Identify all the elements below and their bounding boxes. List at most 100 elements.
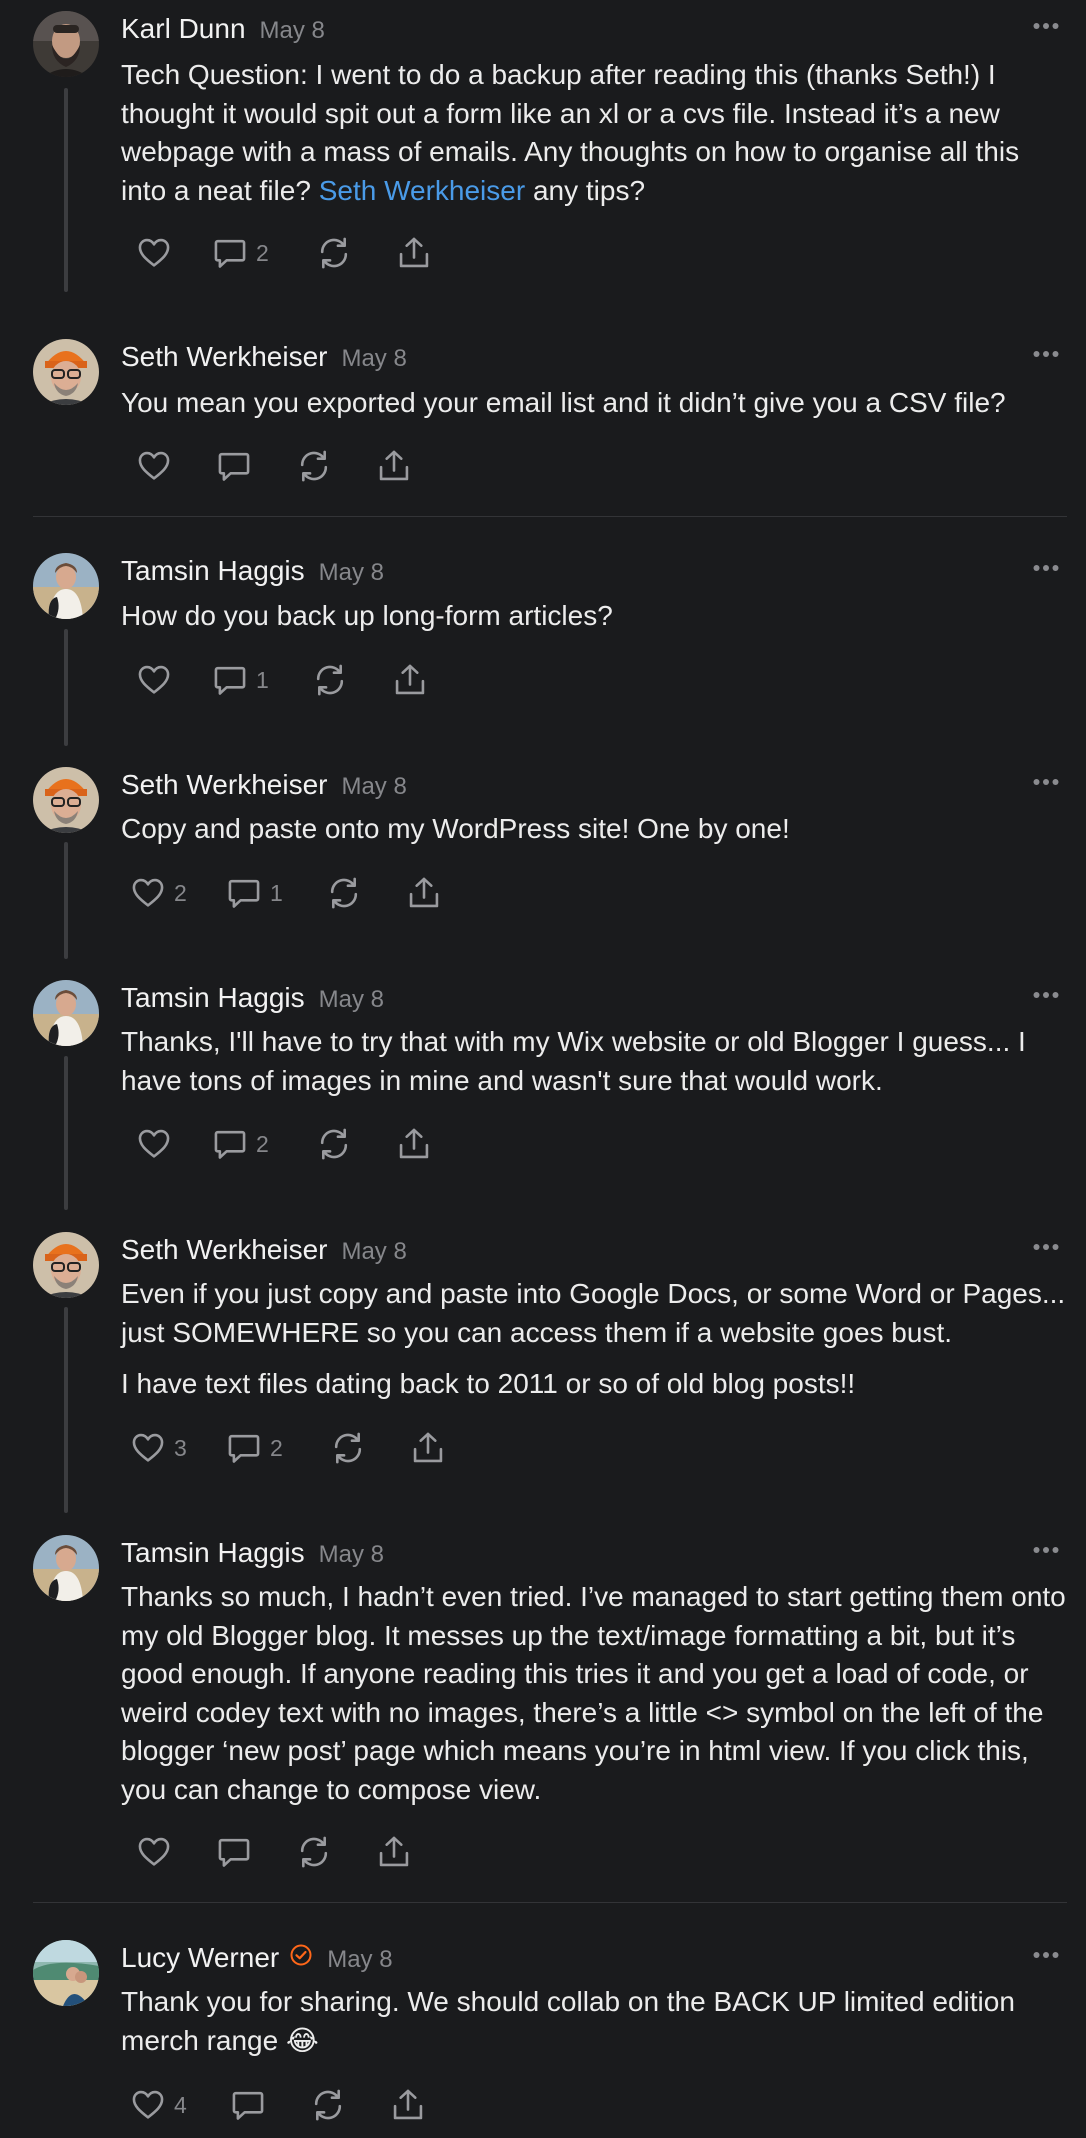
user-mention-link[interactable]: Seth Werkheiser [319, 175, 525, 206]
restack-button[interactable] [296, 1832, 332, 1872]
comment-header: Tamsin Haggis May 8 [121, 982, 384, 1014]
share-icon [410, 1430, 446, 1466]
like-button[interactable] [136, 446, 172, 486]
share-button[interactable] [396, 1124, 432, 1164]
share-icon [396, 1126, 432, 1162]
restack-icon [316, 235, 352, 271]
comments-count: 1 [256, 666, 269, 693]
comment-button[interactable]: 2 [212, 1124, 269, 1164]
restack-button[interactable] [296, 446, 332, 486]
more-options-button[interactable] [1033, 345, 1059, 359]
verified-badge-icon [289, 1942, 313, 1974]
restack-button[interactable] [310, 2085, 346, 2125]
comment-date[interactable]: May 8 [341, 1238, 406, 1265]
share-icon [390, 2087, 426, 2123]
comments-count: 1 [270, 879, 283, 906]
share-button[interactable] [392, 660, 428, 700]
comment-body: Thanks, I'll have to try that with my Wi… [121, 1023, 1066, 1100]
share-button[interactable] [410, 1428, 446, 1468]
avatar[interactable] [33, 980, 99, 1046]
heart-icon [130, 875, 166, 911]
comment-icon [216, 1834, 252, 1870]
restack-button[interactable] [330, 1428, 366, 1468]
avatar[interactable] [33, 11, 99, 77]
comment-button[interactable]: 1 [212, 660, 269, 700]
author-name[interactable]: Lucy Werner [121, 1942, 279, 1973]
like-button[interactable] [136, 660, 172, 700]
heart-icon [136, 1834, 172, 1870]
like-button[interactable] [136, 233, 172, 273]
author-name[interactable]: Tamsin Haggis [121, 982, 305, 1013]
more-dots-icon [1033, 991, 1059, 999]
like-button[interactable]: 4 [130, 2085, 187, 2125]
more-options-button[interactable] [1033, 559, 1059, 573]
author-name[interactable]: Seth Werkheiser [121, 341, 327, 372]
heart-icon [136, 1126, 172, 1162]
comment-icon [216, 448, 252, 484]
restack-button[interactable] [312, 660, 348, 700]
comment-header: Lucy Werner May 8 [121, 1942, 393, 1976]
comment-button[interactable]: 1 [226, 873, 283, 913]
comments-count: 2 [256, 1130, 269, 1157]
more-dots-icon [1033, 564, 1059, 572]
comment-date[interactable]: May 8 [327, 1946, 392, 1973]
avatar-orange-beanie [33, 1232, 99, 1298]
comment-header: Karl Dunn May 8 [121, 13, 325, 45]
author-name[interactable]: Tamsin Haggis [121, 555, 305, 586]
restack-button[interactable] [316, 1124, 352, 1164]
avatar[interactable] [33, 553, 99, 619]
comment-button[interactable]: 2 [226, 1428, 283, 1468]
avatar[interactable] [33, 1535, 99, 1601]
share-button[interactable] [376, 1832, 412, 1872]
more-options-button[interactable] [1033, 1238, 1059, 1252]
more-options-button[interactable] [1033, 1946, 1059, 1960]
more-options-button[interactable] [1033, 773, 1059, 787]
share-button[interactable] [406, 873, 442, 913]
heart-icon [136, 662, 172, 698]
avatar[interactable] [33, 767, 99, 833]
comment-text: Thanks, I'll have to try that with my Wi… [121, 1026, 1026, 1096]
author-name[interactable]: Karl Dunn [121, 13, 246, 44]
comment-body: Thank you for sharing. We should collab … [121, 1983, 1066, 2060]
comment-date[interactable]: May 8 [319, 986, 384, 1013]
share-button[interactable] [390, 2085, 426, 2125]
comment-button[interactable] [216, 1832, 252, 1872]
more-dots-icon [1033, 1546, 1059, 1554]
avatar[interactable] [33, 1940, 99, 2006]
restack-button[interactable] [326, 873, 362, 913]
like-button[interactable]: 3 [130, 1428, 187, 1468]
more-options-button[interactable] [1033, 986, 1059, 1000]
like-button[interactable] [136, 1124, 172, 1164]
like-button[interactable]: 2 [130, 873, 187, 913]
restack-button[interactable] [316, 233, 352, 273]
comment-button[interactable] [216, 446, 252, 486]
avatar[interactable] [33, 339, 99, 405]
comment-date[interactable]: May 8 [341, 773, 406, 800]
share-button[interactable] [396, 233, 432, 273]
avatar[interactable] [33, 1232, 99, 1298]
comment-date[interactable]: May 8 [341, 345, 406, 372]
likes-count: 2 [174, 879, 187, 906]
share-button[interactable] [376, 446, 412, 486]
avatar-bearded-man [33, 11, 99, 77]
author-name[interactable]: Seth Werkheiser [121, 769, 327, 800]
comment-date[interactable]: May 8 [319, 1541, 384, 1568]
comment-body: Tech Question: I went to do a backup aft… [121, 56, 1066, 210]
comment-text: Copy and paste onto my WordPress site! O… [121, 813, 790, 844]
more-options-button[interactable] [1033, 1541, 1059, 1555]
comment-text: Even if you just copy and paste into Goo… [121, 1278, 1066, 1348]
restack-icon [296, 1834, 332, 1870]
comment-button[interactable]: 2 [212, 233, 269, 273]
avatar-beach-couple [33, 1940, 99, 2006]
avatar-orange-beanie [33, 767, 99, 833]
share-icon [396, 235, 432, 271]
comment-header: Tamsin Haggis May 8 [121, 555, 384, 587]
author-name[interactable]: Seth Werkheiser [121, 1234, 327, 1265]
author-name[interactable]: Tamsin Haggis [121, 1537, 305, 1568]
more-dots-icon [1033, 778, 1059, 786]
comment-button[interactable] [230, 2085, 266, 2125]
comment-date[interactable]: May 8 [260, 17, 325, 44]
like-button[interactable] [136, 1832, 172, 1872]
more-options-button[interactable] [1033, 17, 1059, 31]
comment-date[interactable]: May 8 [319, 559, 384, 586]
